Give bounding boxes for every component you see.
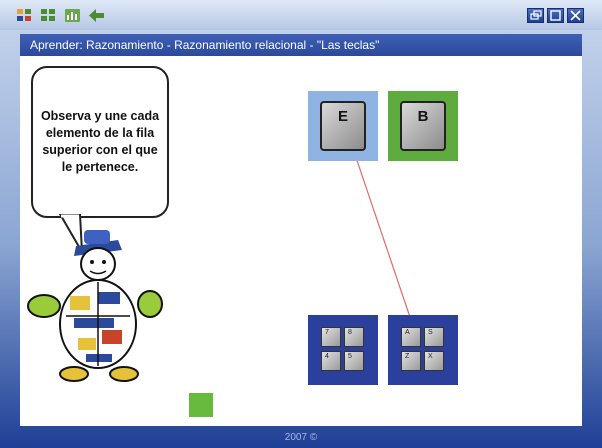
- key-card-b[interactable]: B: [388, 91, 458, 161]
- mini-key: Z: [401, 351, 421, 371]
- key-cap: B: [400, 101, 446, 151]
- mini-key: A: [401, 327, 421, 347]
- toolbar: [0, 0, 602, 30]
- restore-icon[interactable]: [527, 8, 544, 23]
- chart-icon[interactable]: [65, 9, 80, 22]
- key-card-numpad[interactable]: 7 8 4 5: [308, 315, 378, 385]
- maximize-icon[interactable]: [547, 8, 564, 23]
- back-arrow-icon[interactable]: [89, 9, 104, 22]
- footer-copyright: 2007 ©: [284, 432, 318, 443]
- mini-key: 7: [321, 327, 341, 347]
- mini-key: X: [424, 351, 444, 371]
- grid-icon[interactable]: [17, 9, 32, 22]
- apps-icon[interactable]: [41, 9, 56, 22]
- activity-area: Observa y une cada elemento de la fila s…: [20, 56, 582, 426]
- key-card-letters[interactable]: A S Z X: [388, 315, 458, 385]
- page-title: Aprender: Razonamiento - Razonamiento re…: [20, 34, 582, 56]
- mini-key: S: [424, 327, 444, 347]
- key-card-e[interactable]: E: [308, 91, 378, 161]
- close-icon[interactable]: [567, 8, 584, 23]
- app-window: Aprender: Razonamiento - Razonamiento re…: [0, 0, 602, 448]
- key-cap: E: [320, 101, 366, 151]
- mini-key: 4: [321, 351, 341, 371]
- continue-button[interactable]: [189, 393, 213, 417]
- mini-key: 5: [344, 351, 364, 371]
- key-label: E: [337, 108, 348, 125]
- connection-line-layer: [343, 121, 414, 327]
- key-label: B: [417, 108, 429, 125]
- mini-key: 8: [344, 327, 364, 347]
